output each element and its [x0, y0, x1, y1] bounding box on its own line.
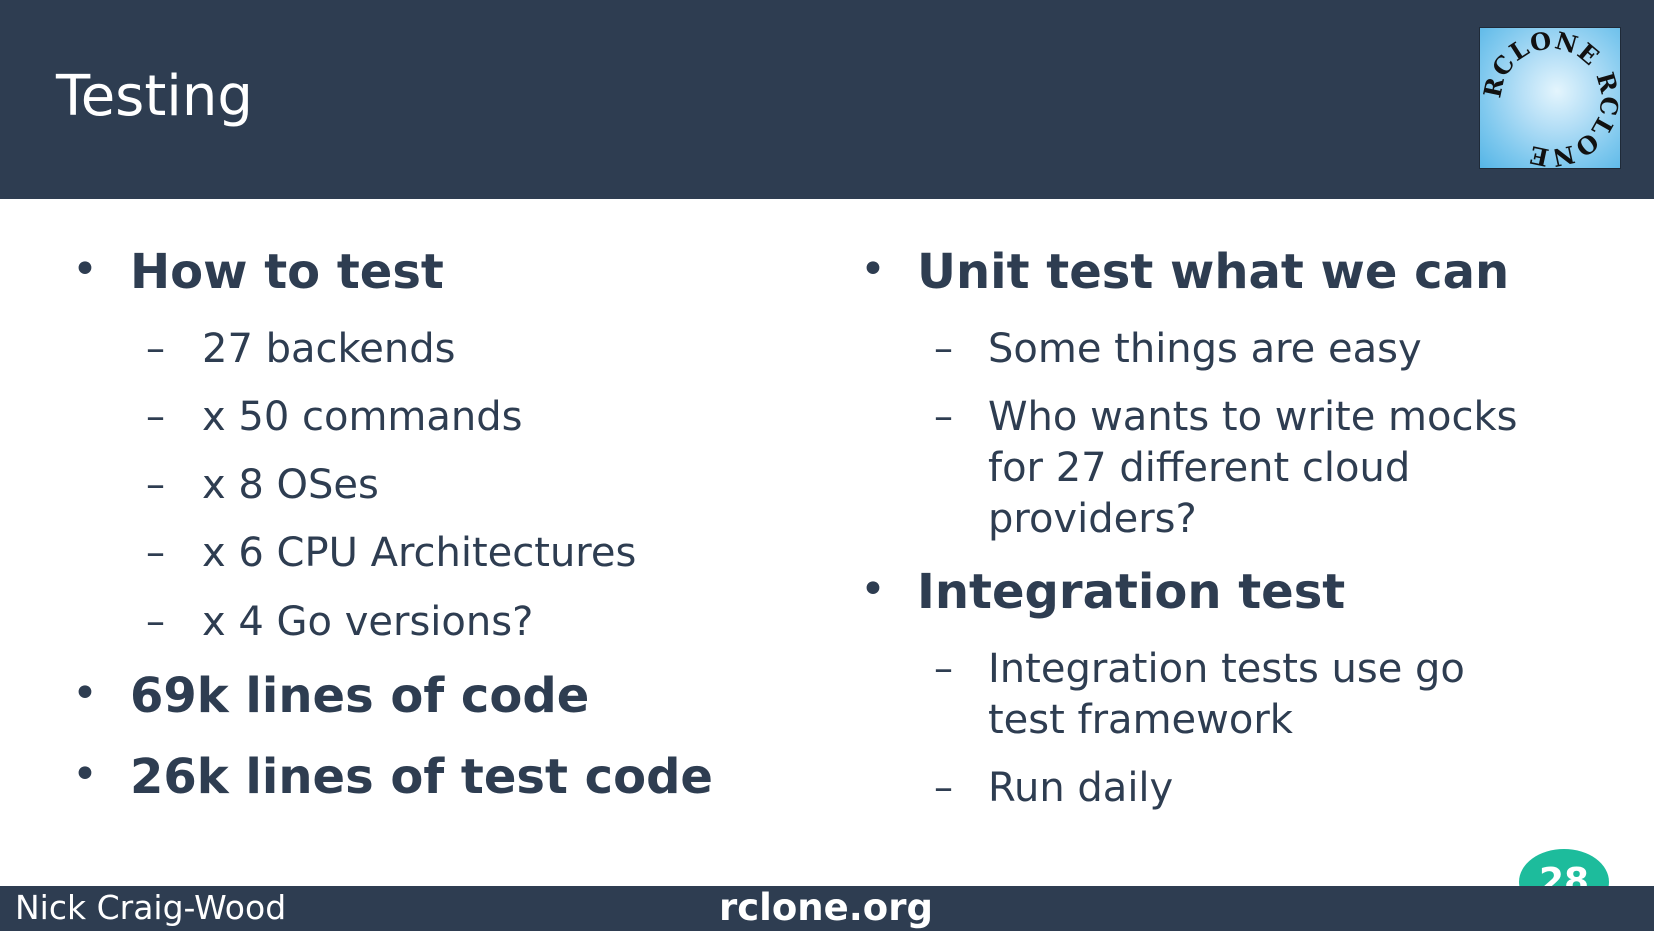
bullet-unit-test: Unit test what we can [917, 244, 1510, 300]
rclone-logo: RCLONE RCLONE [1479, 27, 1622, 170]
sub-item: x 50 commands [202, 394, 523, 440]
bullet-icon: • [72, 244, 98, 295]
rclone-logo-graphic: RCLONE RCLONE [1480, 28, 1622, 170]
slide-title: Testing [56, 64, 253, 129]
sub-item: Who wants to write mocks [988, 394, 1518, 440]
sub-item: 27 backends [202, 326, 456, 372]
footer-site: rclone.org [719, 886, 933, 929]
sub-item: Some things are easy [988, 326, 1422, 372]
bullet-icon: • [72, 749, 98, 800]
sub-item: x 8 OSes [202, 462, 379, 508]
bullet-icon: • [860, 564, 886, 615]
svg-text:RCLONE RCLONE: RCLONE RCLONE [1480, 28, 1622, 170]
bullet-how-to-test: How to test [130, 244, 444, 300]
bullet-lines-of-code: 69k lines of code [130, 668, 590, 724]
sub-item: Run daily [988, 765, 1174, 811]
bullet-icon: • [860, 244, 886, 295]
dash-icon: – [934, 646, 953, 690]
sub-item-continued: providers? [988, 496, 1197, 542]
dash-icon: – [934, 394, 953, 438]
bullet-lines-of-test-code: 26k lines of test code [130, 749, 713, 805]
logo-lettering: RCLONE RCLONE [1480, 28, 1622, 170]
dash-icon: – [934, 326, 953, 370]
sub-item-continued: test framework [988, 697, 1293, 743]
sub-item: Integration tests use go [988, 646, 1465, 692]
sub-item-continued: for 27 different cloud [988, 445, 1411, 491]
dash-icon: – [146, 394, 165, 438]
dash-icon: – [146, 599, 165, 643]
sub-item: x 6 CPU Architectures [202, 530, 637, 576]
dash-icon: – [146, 530, 165, 574]
bullet-integration-test: Integration test [917, 564, 1346, 620]
dash-icon: – [146, 462, 165, 506]
footer-author: Nick Craig-Wood [15, 888, 287, 927]
dash-icon: – [934, 765, 953, 809]
bullet-icon: • [72, 668, 98, 719]
dash-icon: – [146, 326, 165, 370]
sub-item: x 4 Go versions? [202, 599, 534, 645]
